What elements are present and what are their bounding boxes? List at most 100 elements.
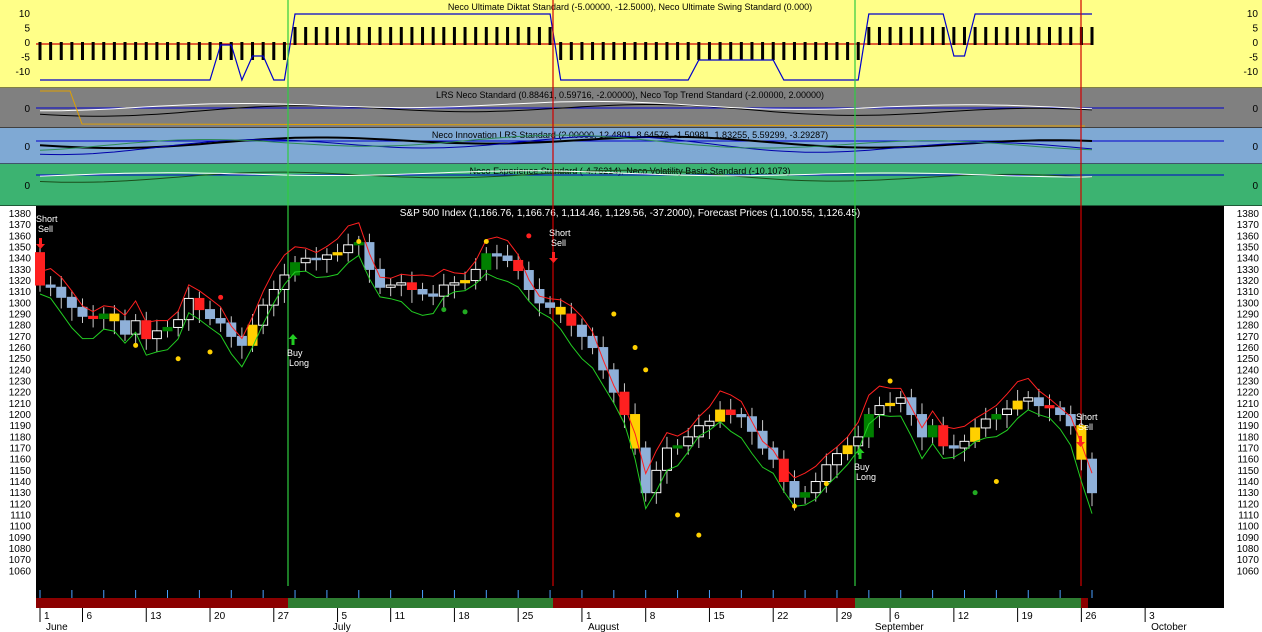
stock-chart: Neco Ultimate Diktat Standard (-5.00000,… [0, 0, 1262, 632]
signal-text: Short [1076, 412, 1098, 422]
signal-text: Buy [287, 348, 303, 358]
candle [194, 297, 205, 311]
diktat-bar [346, 27, 350, 45]
diktat-bar [70, 42, 74, 60]
forecast-dot [972, 490, 978, 496]
month-label: June [46, 622, 68, 632]
diktat-bar [931, 27, 935, 45]
price-tick-label: 1270 [1237, 332, 1260, 343]
date-tick-label: 13 [150, 611, 162, 622]
candle [831, 453, 842, 466]
candle [736, 414, 747, 418]
diktat-bar [421, 27, 425, 45]
panel-left-axis [0, 128, 36, 164]
candle [980, 418, 991, 429]
panel-tick-label: 0 [1252, 142, 1258, 153]
price-tick-label: 1290 [9, 310, 32, 321]
date-tick-label: 11 [395, 611, 406, 622]
candle [247, 324, 258, 346]
panel-left-axis [0, 164, 36, 206]
candle [651, 469, 662, 494]
diktat-bar [1005, 27, 1009, 45]
candle [1001, 408, 1012, 416]
diktat-bar [686, 42, 690, 60]
diktat-bar [367, 27, 371, 45]
diktat-bar [452, 27, 456, 45]
diktat-bar [399, 27, 403, 45]
price-tick-label: 1320 [1237, 276, 1260, 287]
diktat-bar [548, 27, 552, 45]
panel-left-axis [0, 88, 36, 128]
diktat-bar [1037, 27, 1041, 45]
candle [470, 268, 481, 282]
candle [1033, 397, 1044, 407]
date-tick-label: 6 [894, 611, 900, 622]
panel-tick-label: 5 [24, 24, 30, 35]
month-label: August [588, 622, 619, 632]
candle [885, 402, 896, 407]
diktat-bar [1058, 27, 1062, 45]
date-tick-label: 20 [214, 611, 226, 622]
diktat-bar [484, 27, 488, 45]
forecast-dot [643, 367, 649, 373]
price-tick-label: 1310 [9, 287, 32, 298]
price-tick-label: 1360 [1237, 231, 1260, 242]
diktat-bar [537, 27, 541, 45]
price-panel: S&P 500 Index (1,166.76, 1,166.76, 1,114… [0, 206, 1262, 586]
price-tick-label: 1280 [9, 321, 32, 332]
candle [800, 492, 811, 498]
diktat-bar [240, 42, 244, 60]
diktat-bar [941, 27, 945, 45]
candle [502, 255, 513, 261]
forecast-dot [993, 479, 999, 485]
forecast-dot [526, 233, 532, 239]
price-tick-label: 1360 [9, 231, 32, 242]
candle [938, 425, 949, 447]
price-tick-label: 1110 [1238, 511, 1259, 522]
price-tick-label: 1060 [9, 566, 32, 577]
forecast-dot [696, 532, 702, 538]
diktat-bar [994, 27, 998, 45]
diktat-bar [506, 27, 510, 45]
price-tick-label: 1260 [1237, 343, 1260, 354]
diktat-bar [357, 27, 361, 45]
diktat-bar [314, 27, 318, 45]
diktat-bar [166, 42, 170, 60]
date-tick-label: 26 [1085, 611, 1097, 622]
price-tick-label: 1120 [1237, 499, 1259, 510]
price-tick-label: 1380 [9, 209, 32, 220]
axis-corner [0, 586, 36, 608]
diktat-bar [1026, 27, 1030, 45]
month-label: July [333, 622, 351, 632]
date-tick-label: 1 [44, 611, 50, 622]
forecast-dot [483, 238, 489, 244]
signal-text: Buy [854, 462, 870, 472]
diktat-bar [803, 42, 807, 60]
diktat-bar [442, 27, 446, 45]
candle [98, 313, 109, 320]
panel-p3: Neco Innovation LRS Standard (2.00000, 1… [0, 128, 1262, 165]
signal-text: Short [36, 214, 58, 224]
candle [417, 288, 428, 295]
panel-tick-label: 5 [1252, 24, 1258, 35]
diktat-bar [431, 27, 435, 45]
panel-tick-label: 0 [1252, 38, 1258, 49]
diktat-bar [676, 42, 680, 60]
diktat-bar [59, 42, 63, 60]
price-tick-label: 1240 [9, 365, 32, 376]
diktat-bar [559, 42, 563, 60]
signal-text: Short [549, 228, 571, 238]
forecast-dot [791, 503, 797, 509]
diktat-bar [293, 27, 297, 45]
price-tick-label: 1380 [1237, 209, 1260, 220]
panel-tick-label: 0 [24, 104, 30, 115]
diktat-bar [176, 42, 180, 60]
candle [895, 397, 906, 404]
diktat-bar [569, 42, 573, 60]
price-tick-label: 1070 [9, 555, 32, 566]
candle [587, 335, 598, 349]
diktat-bar [81, 42, 85, 60]
candle [141, 320, 152, 340]
candle [428, 293, 439, 297]
price-tick-label: 1150 [9, 466, 31, 477]
